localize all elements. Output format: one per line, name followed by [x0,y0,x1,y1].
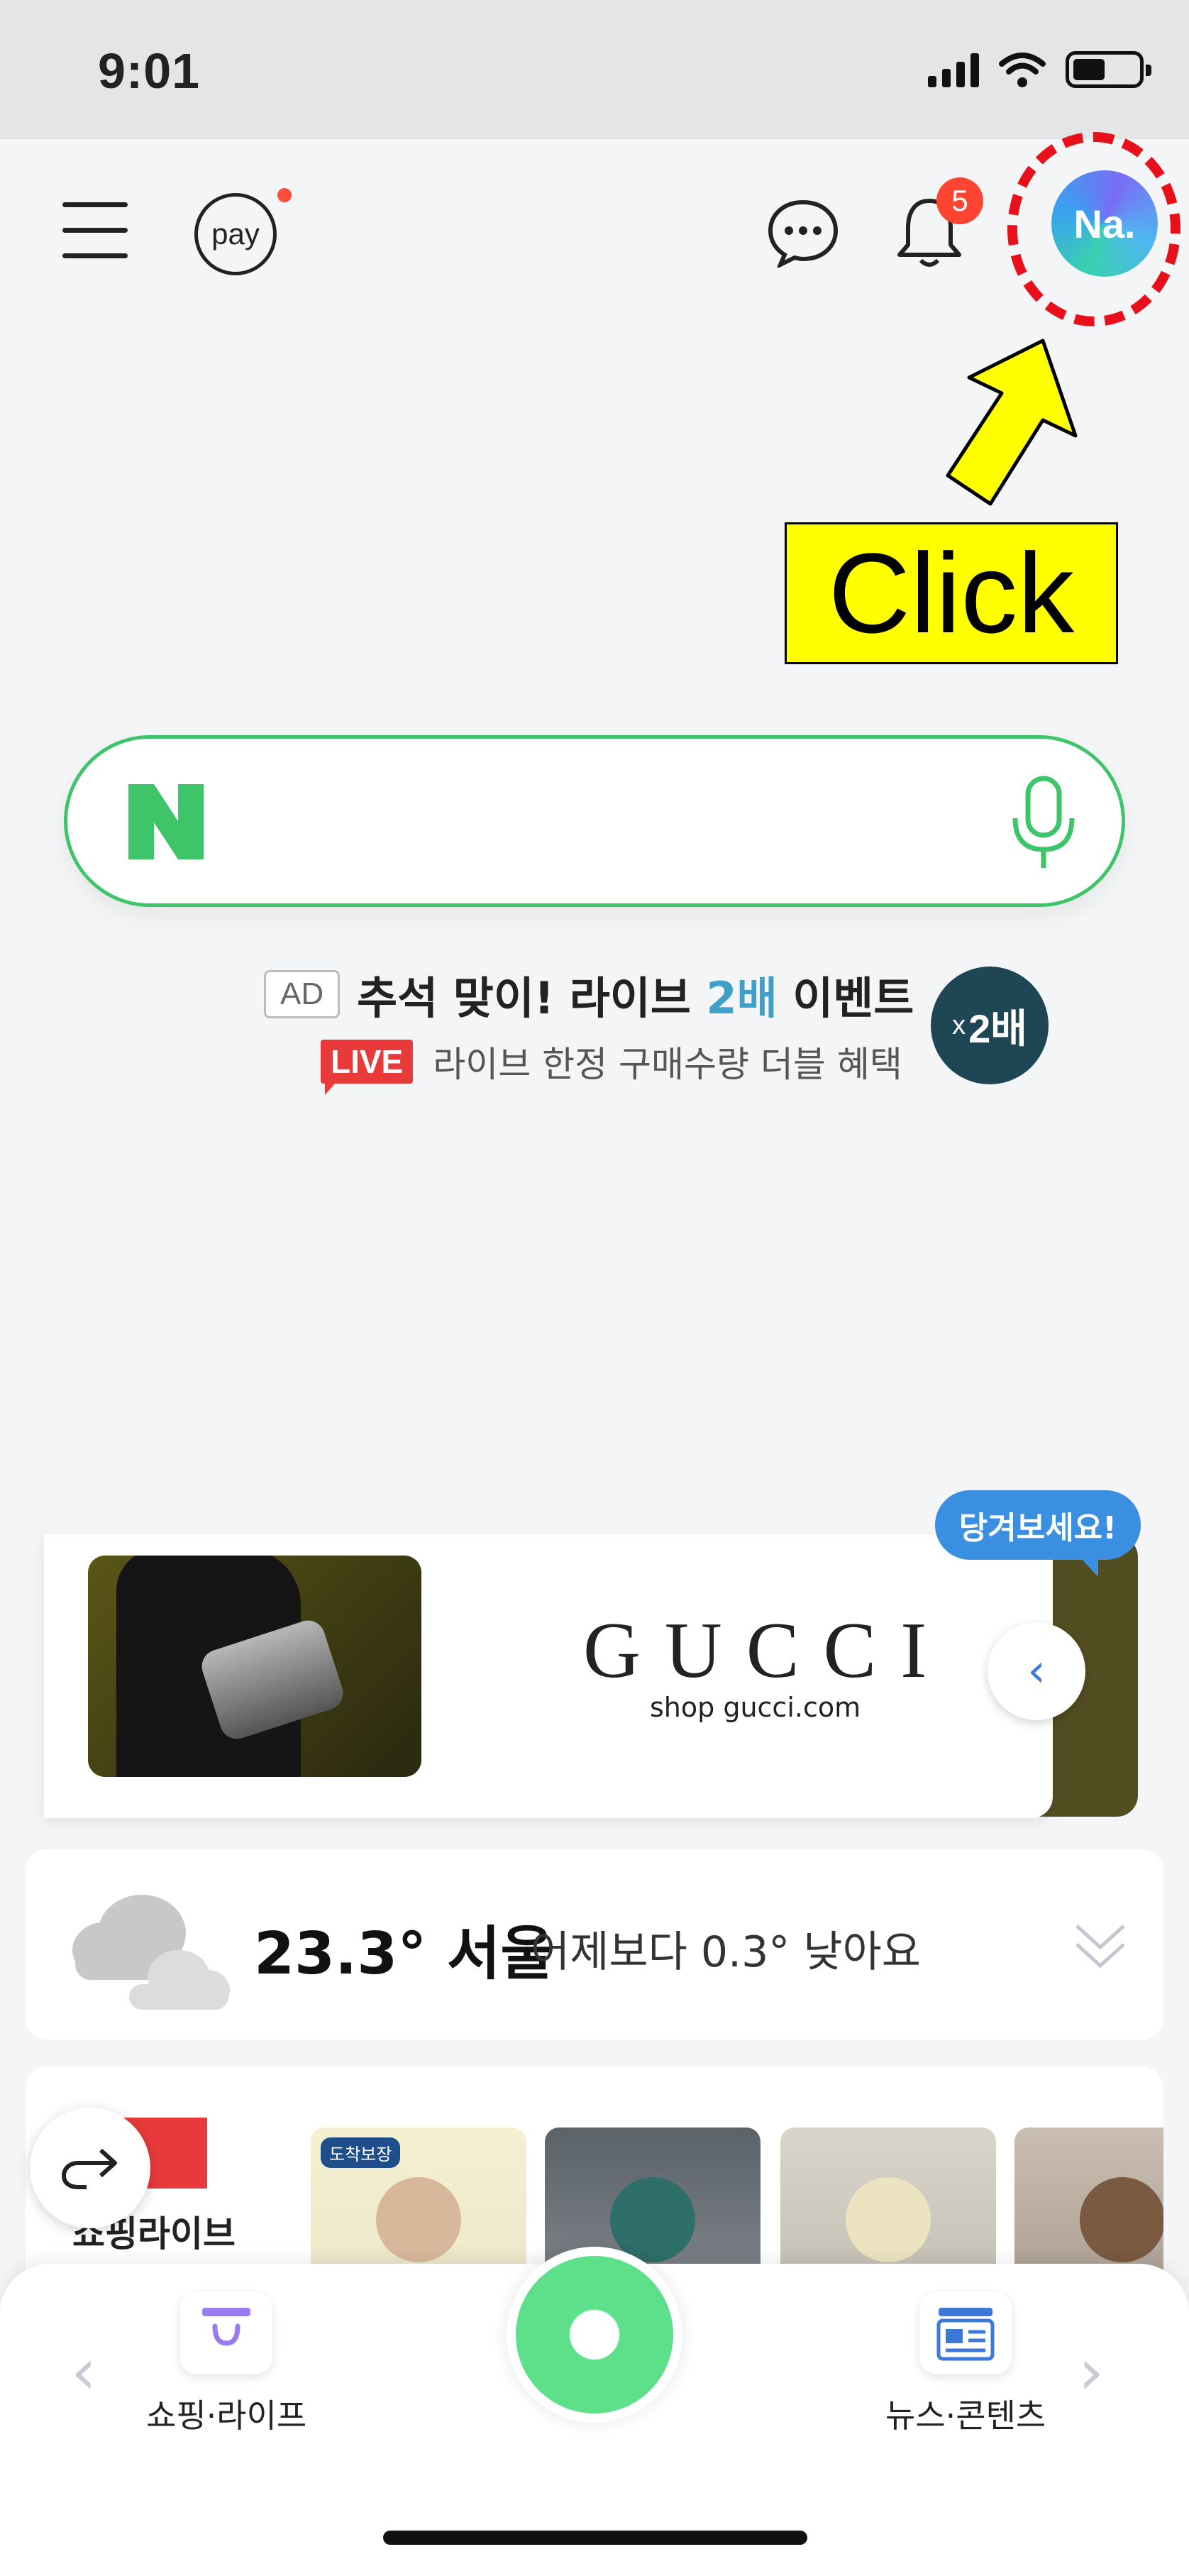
home-indicator[interactable] [383,2531,807,2545]
back-redo-button[interactable] [30,2108,150,2228]
nav-news-contents-label: 뉴스·콘텐츠 [885,2396,1046,2435]
pay-label: pay [211,217,260,251]
return-arrow-icon [61,2148,117,2189]
nav-prev-arrow-icon[interactable]: ‹ [71,2335,96,2409]
double-chevron-down-icon[interactable] [1071,1910,1129,1974]
battery-icon [1066,51,1151,88]
naver-home-screen: 9:01 pay 5 Na. Click AD 추석 맞이! 라이브 2배 이벤… [0,0,1189,2576]
nav-shopping-life-label: 쇼핑·라이프 [146,2396,307,2435]
nav-shopping-life[interactable]: 쇼핑·라이프 [146,2292,306,2437]
annotation-click-label: Click [785,522,1118,664]
weather-temperature: 23.3° 서울 [254,1920,554,1988]
ad-subline[interactable]: LIVE 라이브 한정 구매수량 더블 혜택 [321,1036,902,1095]
thumbnail-tag: 도착보장 [321,2137,401,2168]
weather-comparison: 어제보다 0.3° 낮아요 [531,1927,921,1977]
ad-title: 추석 맞이! 라이브 2배 이벤트 [357,972,914,1024]
ad-tag: AD [264,970,341,1018]
live-tag: LIVE [321,1040,414,1095]
status-bar: 9:01 [0,0,1189,139]
green-dot-button[interactable] [507,2247,682,2423]
nav-next-arrow-icon[interactable]: › [1078,2335,1104,2409]
system-icons [928,51,1151,88]
annotation-red-circle [1007,132,1180,326]
nav-news-contents[interactable]: 뉴스·콘텐츠 [885,2292,1046,2437]
pay-button[interactable]: pay [194,193,277,275]
ad-x2-badge[interactable]: x 2배 [931,967,1049,1084]
microphone-icon[interactable] [1008,774,1079,874]
menu-icon[interactable] [62,202,128,259]
weather-card[interactable]: 23.3° 서울 어제보다 0.3° 낮아요 [26,1849,1163,2040]
banner-product-image [88,1556,421,1777]
naver-logo-icon [128,784,204,859]
banner-brand: GUCCI [583,1607,951,1695]
pay-new-dot [277,188,292,202]
pull-hint-bubble: 당겨보세요! [935,1490,1141,1577]
gucci-banner[interactable]: GUCCI shop gucci.com [44,1534,1053,1818]
search-bar[interactable] [64,735,1125,907]
news-icon [919,2292,1012,2374]
ad-subtitle: 라이브 한정 구매수량 더블 혜택 [433,1044,902,1085]
cellular-signal-icon [928,52,979,87]
chat-icon[interactable] [765,197,841,268]
wifi-icon [999,53,1046,87]
banner-expand-button[interactable]: ‹ [988,1622,1085,1720]
banner-url: shop gucci.com [650,1692,861,1723]
cloud-icon [72,1895,230,2010]
chevron-left-icon: ‹ [1027,1645,1046,1697]
search-input[interactable] [238,767,1004,874]
shopping-bag-icon [180,2292,273,2374]
notification-badge: 5 [936,177,983,224]
status-time: 9:01 [98,43,201,99]
annotation-arrow-icon [946,338,1078,506]
ad-headline[interactable]: AD 추석 맞이! 라이브 2배 이벤트 [264,962,914,1026]
